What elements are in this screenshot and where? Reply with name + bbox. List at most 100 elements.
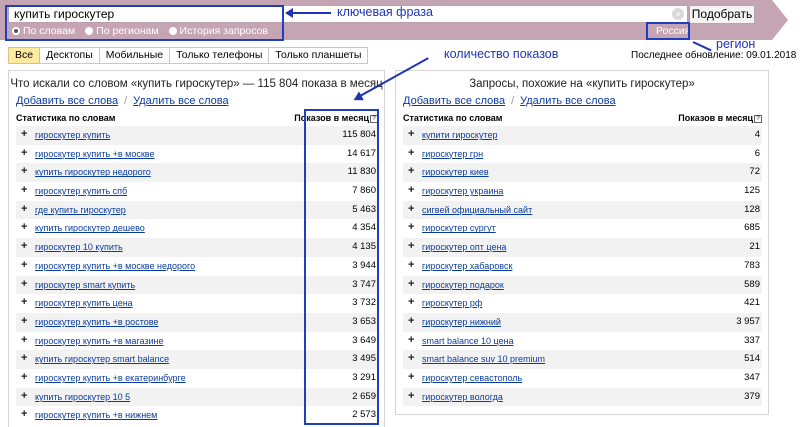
arrow-left-icon [285,8,293,18]
panel-actions: Добавить все слова / Удалить все слова [403,95,616,107]
plus-icon[interactable]: + [21,203,27,215]
plus-icon[interactable]: + [21,128,27,140]
phrase-link[interactable]: гироскутер купить +в москве [35,149,155,159]
table-row: + гироскутер рф 421 [403,294,762,313]
phrase-link[interactable]: гироскутер купить [35,130,110,140]
tab-tablets-only[interactable]: Только планшеты [269,47,369,64]
plus-icon[interactable]: + [408,334,414,346]
plus-icon[interactable]: + [408,390,414,402]
annotation-show-count: количество показов [444,47,559,61]
plus-icon[interactable]: + [408,315,414,327]
col-shows-label: Показов в месяц [678,113,753,123]
phrase-link[interactable]: гироскутер купить спб [35,186,127,196]
plus-icon[interactable]: + [21,408,27,420]
plus-icon[interactable]: + [21,221,27,233]
plus-icon[interactable]: + [21,390,27,402]
phrase-link[interactable]: гироскутер грн [422,149,483,159]
phrase-link[interactable]: гироскутер купить цена [35,298,133,308]
table-row: + smart balance suv 10 premium 514 [403,350,762,369]
plus-icon[interactable]: + [408,128,414,140]
plus-icon[interactable]: + [408,147,414,159]
similar-table: + купити гироскутер 4 + гироскутер грн 6 + гиро… [403,126,762,407]
phrase-link[interactable]: купить гироскутер smart balance [35,354,169,364]
phrase-link[interactable]: купить гироскутер 10 5 [35,392,130,402]
search-bar-arrow [772,0,788,40]
device-tabs: Все Десктопы Мобильные Только телефоны Т… [8,47,369,64]
phrase-link[interactable]: гироскутер купить +в ростове [35,317,158,327]
plus-icon[interactable]: + [408,240,414,252]
phrase-link[interactable]: smart balance suv 10 premium [422,354,545,364]
table-row: + smart balance 10 цена 337 [403,332,762,351]
plus-icon[interactable]: + [21,240,27,252]
phrase-link[interactable]: гироскутер опт цена [422,242,506,252]
plus-icon[interactable]: + [408,259,414,271]
remove-all-link[interactable]: Удалить все слова [133,95,228,107]
show-count: 685 [744,222,760,234]
phrase-link[interactable]: где купить гироскутер [35,205,126,215]
help-icon[interactable]: ? [754,115,762,123]
search-button[interactable]: Подобрать [689,5,755,24]
remove-all-link[interactable]: Удалить все слова [520,95,615,107]
phrase-link[interactable]: купити гироскутер [422,130,497,140]
tab-desktops[interactable]: Десктопы [40,47,100,64]
phrase-link[interactable]: гироскутер сургут [422,223,496,233]
show-count: 589 [744,278,760,290]
phrase-link[interactable]: гироскутер купить +в москве недорого [35,261,195,271]
phrase-link[interactable]: купить гироскутер дешево [35,223,145,233]
add-all-link[interactable]: Добавить все слова [16,95,118,107]
close-circle-icon[interactable]: × [672,8,684,20]
phrase-link[interactable]: гироскутер вологда [422,392,503,402]
tab-all[interactable]: Все [8,47,41,64]
plus-icon[interactable]: + [21,278,27,290]
add-all-link[interactable]: Добавить все слова [403,95,505,107]
plus-icon[interactable]: + [408,371,414,383]
phrase-link[interactable]: сигвей официальный сайт [422,205,532,215]
phrase-link[interactable]: гироскутер киев [422,167,489,177]
plus-icon[interactable]: + [408,203,414,215]
table-row: + гироскутер грн 6 [403,145,762,164]
plus-icon[interactable]: + [21,371,27,383]
last-update: Последнее обновление: 09.01.2018 [631,50,797,61]
plus-icon[interactable]: + [21,259,27,271]
plus-icon[interactable]: + [408,221,414,233]
table-row: + гироскутер киев 72 [403,163,762,183]
show-count: 128 [744,203,760,215]
phrase-link[interactable]: гироскутер 10 купить [35,242,123,252]
plus-icon[interactable]: + [408,352,414,364]
phrase-link[interactable]: гироскутер нижний [422,317,501,327]
table-header: Статистика по словам Показов в месяц? [403,111,762,125]
plus-icon[interactable]: + [21,315,27,327]
plus-icon[interactable]: + [21,165,27,177]
tab-phones-only[interactable]: Только телефоны [170,47,270,64]
table-row: + гироскутер опт цена 21 [403,238,762,257]
plus-icon[interactable]: + [21,334,27,346]
phrase-link[interactable]: гироскутер севастополь [422,373,522,383]
phrase-link[interactable]: гироскутер купить +в екатеринбурге [35,373,186,383]
table-row: + гироскутер украина 125 [403,182,762,201]
table-row: + гироскутер вологда 379 [403,387,762,407]
phrase-link[interactable]: гироскутер купить +в нижнем [35,410,157,420]
phrase-link[interactable]: smart balance 10 цена [422,336,514,346]
phrase-link[interactable]: гироскутер хабаровск [422,261,512,271]
plus-icon[interactable]: + [21,352,27,364]
plus-icon[interactable]: + [21,296,27,308]
plus-icon[interactable]: + [408,184,414,196]
show-count: 783 [744,259,760,271]
show-count: 6 [754,147,760,159]
plus-icon[interactable]: + [21,184,27,196]
plus-icon[interactable]: + [408,278,414,290]
plus-icon[interactable]: + [408,165,414,177]
table-row: + гироскутер подарок 589 [403,275,762,295]
phrase-link[interactable]: гироскутер купить +в магазине [35,336,164,346]
plus-icon[interactable]: + [408,296,414,308]
show-count: 379 [744,390,760,402]
show-count: 514 [744,353,760,365]
tab-mobile[interactable]: Мобильные [99,47,171,64]
phrase-link[interactable]: купить гироскутер недорого [35,167,151,177]
show-count: 4 [754,129,760,140]
phrase-link[interactable]: гироскутер smart купить [35,280,135,290]
phrase-link[interactable]: гироскутер подарок [422,280,504,290]
phrase-link[interactable]: гироскутер украина [422,186,503,196]
phrase-link[interactable]: гироскутер рф [422,298,482,308]
plus-icon[interactable]: + [21,147,27,159]
